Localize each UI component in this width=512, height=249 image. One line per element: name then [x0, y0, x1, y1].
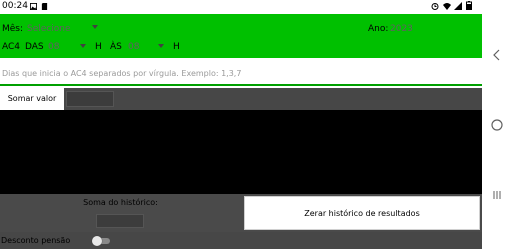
- chevron-down-icon[interactable]: [92, 25, 98, 29]
- reset-history-button[interactable]: Zerar histórico de resultados: [244, 196, 480, 230]
- sd-card-icon: [41, 3, 48, 10]
- discount-toggle[interactable]: [92, 236, 110, 246]
- chevron-down-icon[interactable]: [158, 44, 164, 48]
- back-chevron-icon[interactable]: [490, 48, 504, 62]
- history-panel: Soma do histórico:: [0, 194, 241, 232]
- app-screen: 00:24 Mês: Selecione Ano: 2023 AC4 DAS 0…: [0, 0, 512, 249]
- wifi-icon: [442, 3, 451, 10]
- discount-row: Desconto pensão: [0, 232, 482, 249]
- battery-icon: [466, 1, 472, 10]
- history-sum-label: Soma do histórico:: [83, 198, 158, 207]
- year-label: Ano:: [368, 24, 389, 34]
- month-label: Mês:: [2, 24, 24, 34]
- hour-unit-label: H: [95, 42, 102, 52]
- navigation-bar: [482, 0, 512, 249]
- year-field[interactable]: 2023: [390, 24, 413, 34]
- image-icon: [30, 3, 37, 10]
- sum-row: Somar valor: [0, 88, 482, 110]
- sum-value-button[interactable]: Somar valor: [0, 88, 64, 110]
- days-input[interactable]: [2, 66, 472, 80]
- sum-value-field[interactable]: [66, 91, 114, 107]
- discount-label: Desconto pensão: [1, 236, 71, 245]
- results-area: [0, 110, 482, 194]
- month-select[interactable]: Selecione: [27, 24, 70, 34]
- reset-panel: Zerar histórico de resultados: [241, 194, 482, 232]
- chevron-down-icon[interactable]: [80, 44, 86, 48]
- to-label: ÀS: [110, 42, 122, 52]
- to-hour-select[interactable]: 08: [128, 42, 139, 52]
- status-bar: 00:24: [0, 0, 482, 14]
- from-label: DAS: [25, 42, 44, 52]
- ac4-label: AC4: [2, 42, 21, 52]
- home-circle-icon[interactable]: [490, 118, 504, 132]
- recents-icon[interactable]: [490, 188, 504, 202]
- filter-header: Mês: Selecione Ano: 2023 AC4 DAS 08 H ÀS…: [0, 14, 482, 58]
- from-hour-select[interactable]: 08: [48, 42, 59, 52]
- toggle-thumb: [92, 236, 102, 246]
- signal-icon: [454, 2, 463, 10]
- status-indicators: [431, 1, 472, 12]
- status-time: 00:24: [2, 1, 28, 11]
- days-field-container: [0, 58, 482, 86]
- history-sum-field: [96, 214, 144, 228]
- alarm-icon: [431, 3, 439, 10]
- hour-unit-label: H: [173, 42, 180, 52]
